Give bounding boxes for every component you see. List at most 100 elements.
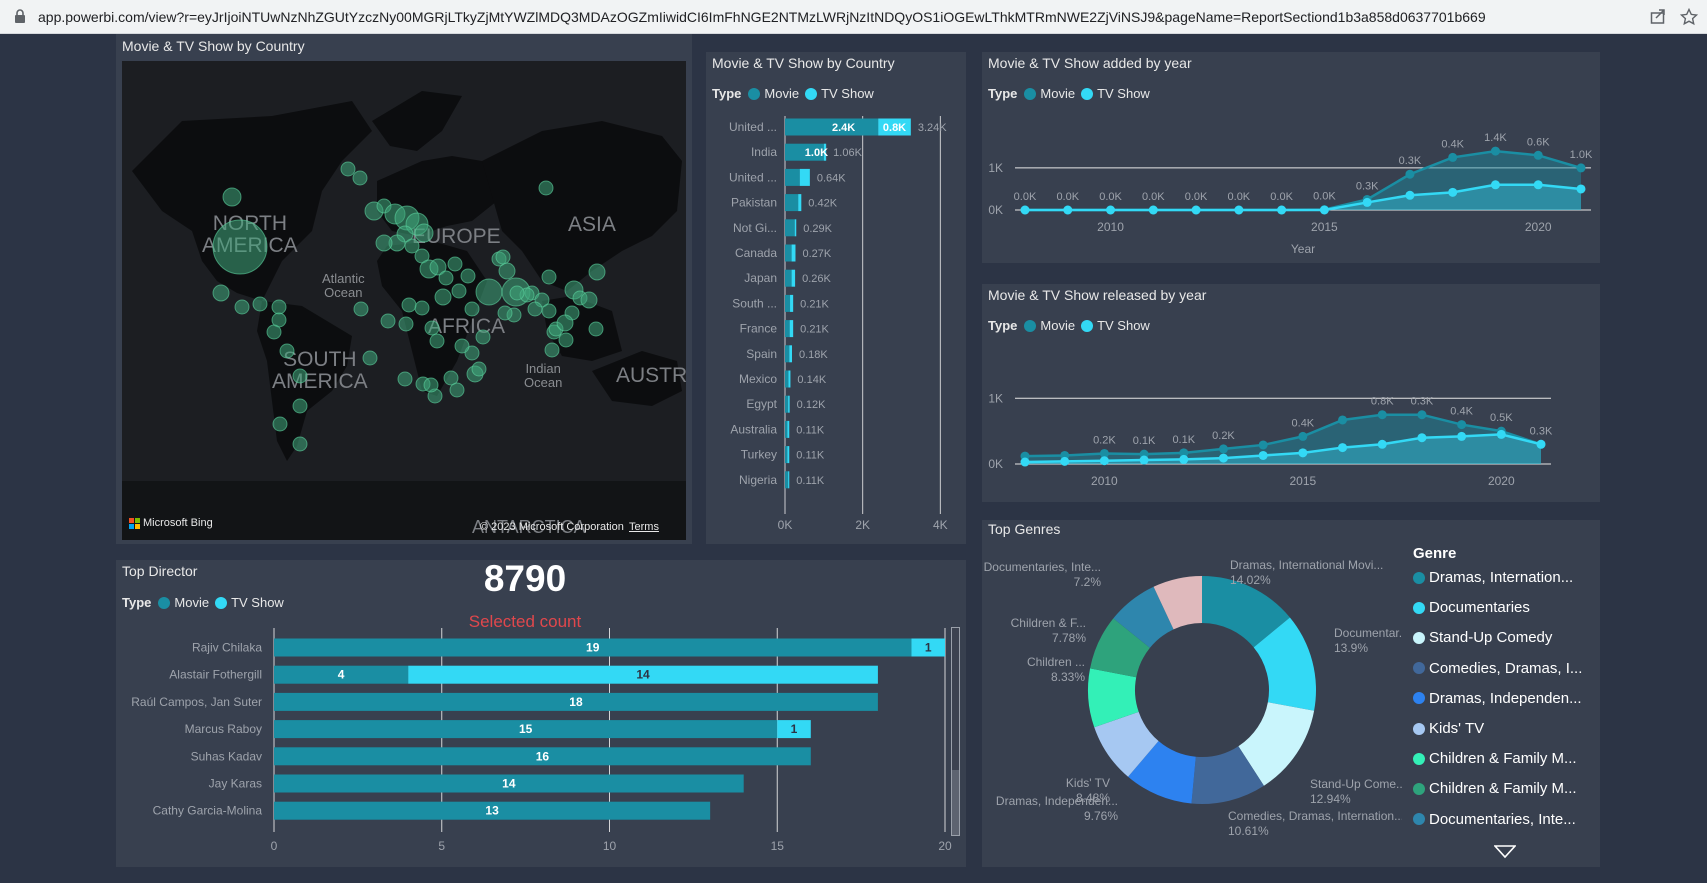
- added-chart-legend: Type Movie TV Show: [988, 86, 1156, 101]
- share-icon[interactable]: [1650, 9, 1666, 25]
- movie-point: [1377, 410, 1387, 420]
- x-tick-label: 2020: [1525, 220, 1552, 234]
- added-by-year-chart[interactable]: 1K 0K 2010 2015 2020 Year 0.0K 0.0K 0.0K 0.0K 0.0K…: [982, 103, 1600, 263]
- country-bubble: [527, 301, 543, 317]
- tvshow-bar: [790, 294, 794, 312]
- tvshow-point: [1258, 450, 1268, 460]
- movie-bar: [785, 194, 799, 212]
- legend-tvshow[interactable]: TV Show: [821, 86, 874, 101]
- legend-movie[interactable]: Movie: [1040, 86, 1075, 101]
- y-category-label: Australia: [730, 422, 777, 436]
- legend-movie[interactable]: Movie: [174, 595, 209, 610]
- movie-bar: [785, 395, 789, 413]
- country-bubble: [414, 300, 430, 316]
- genre-legend-item[interactable]: Dramas, Independen...: [1413, 690, 1582, 707]
- genre-legend-item[interactable]: Dramas, Internation...: [1413, 569, 1573, 586]
- x-tick-label: 0: [271, 839, 278, 853]
- bookmark-star-icon[interactable]: [1680, 8, 1698, 26]
- legend-title: Type: [988, 86, 1018, 101]
- map-terms-link[interactable]: Terms: [629, 521, 659, 533]
- tvshow-point: [1277, 205, 1287, 215]
- country-bubble: [464, 301, 480, 317]
- bing-label: Microsoft Bing: [143, 517, 213, 529]
- genre-legend-item[interactable]: Stand-Up Comedy: [1413, 629, 1552, 646]
- movie-bar-label: 18: [569, 695, 583, 709]
- url-text[interactable]: app.powerbi.com/view?r=eyJrIjoiNTUwNzNhZ…: [38, 9, 1486, 25]
- total-label: 0.27K: [802, 248, 831, 260]
- movie-point: [1417, 410, 1427, 420]
- movie-bar: [785, 370, 789, 388]
- selected-count-value: 8790: [483, 558, 567, 599]
- movie-point: [1218, 444, 1228, 454]
- slice-percent: 14.02%: [1230, 573, 1271, 587]
- genre-legend-item[interactable]: Children & Family M...: [1413, 780, 1577, 797]
- genre-legend-dot: [1413, 722, 1425, 735]
- x-tick-label: 5: [438, 839, 445, 853]
- country-bubble: [544, 342, 560, 358]
- movie-point: [1405, 169, 1415, 179]
- tvshow-bar: [787, 446, 790, 464]
- map-title: Movie & TV Show by Country: [122, 38, 305, 54]
- y-category-label: South ...: [732, 296, 777, 310]
- y-category-label: Turkey: [741, 448, 777, 462]
- movie-point: [1457, 420, 1467, 430]
- browser-address-bar[interactable]: app.powerbi.com/view?r=eyJrIjoiNTUwNzNhZ…: [0, 0, 1707, 34]
- legend-movie[interactable]: Movie: [764, 86, 799, 101]
- y-category-label: India: [751, 145, 777, 159]
- tvshow-bar-label: 14: [636, 668, 650, 682]
- tvshow-point: [1020, 457, 1030, 467]
- director-bar-chart[interactable]: 0 5 10 15 20 Rajiv Chilaka 19 1 Alastair Fotherg…: [116, 622, 966, 862]
- slice-percent: 9.76%: [1084, 809, 1118, 823]
- movie-bar-label: 13: [485, 804, 499, 818]
- slice-label: Dramas, International Movi...: [1230, 558, 1383, 572]
- genre-legend-item[interactable]: Children & Family M...: [1413, 750, 1577, 767]
- movie-point: [1448, 152, 1458, 162]
- data-label: 0.1K: [1133, 435, 1156, 447]
- legend-tvshow[interactable]: TV Show: [231, 595, 284, 610]
- y-category-label: Not Gi...: [733, 221, 777, 235]
- country-bubble: [449, 382, 465, 398]
- movie-point: [1533, 150, 1543, 160]
- legend-movie[interactable]: Movie: [1040, 318, 1075, 333]
- country-bubble: [266, 324, 282, 340]
- genre-legend-label: Children & Family M...: [1429, 750, 1577, 768]
- country-bubble: [451, 283, 467, 299]
- x-tick-label: 4K: [933, 518, 948, 532]
- legend-scroll-down-icon[interactable]: [1494, 845, 1516, 859]
- country-bubble: [352, 170, 368, 186]
- genre-legend-item[interactable]: Kids' TV: [1413, 720, 1484, 737]
- director-chart-title: Top Director: [122, 563, 198, 579]
- director-scrollbar-thumb[interactable]: [952, 628, 959, 770]
- country-bubble: [398, 316, 414, 332]
- added-chart-title: Movie & TV Show added by year: [988, 55, 1192, 71]
- country-bubble: [541, 269, 557, 285]
- tvshow-bar: [787, 420, 790, 438]
- genres-donut-chart[interactable]: Dramas, International Movi...14.02% Docum…: [982, 540, 1402, 860]
- genre-legend-item[interactable]: Documentaries: [1413, 599, 1530, 616]
- released-by-year-chart[interactable]: 1K 0K 2010 2015 2020 0.2K 0.1K 0.1K 0.2K 0.4K 0.8K…: [982, 332, 1600, 502]
- data-label: 0.4K: [1450, 406, 1473, 418]
- country-bar-chart[interactable]: 0K 2K 4K United ... 2.4K 0.8K 3.24K India 1.0K 1.…: [706, 104, 966, 544]
- country-bubble: [222, 187, 242, 207]
- map-bubbles[interactable]: [122, 61, 686, 540]
- slice-label: Kids' TV: [1066, 776, 1110, 790]
- country-bubble: [252, 296, 268, 312]
- microsoft-logo-icon: [129, 517, 140, 529]
- x-tick-label: 0K: [778, 518, 793, 532]
- slice-label: Children & F...: [1011, 616, 1086, 630]
- genre-legend-item[interactable]: Comedies, Dramas, I...: [1413, 660, 1582, 677]
- tvshow-bar: [794, 219, 797, 237]
- x-tick-label: 20: [938, 839, 952, 853]
- world-map[interactable]: NORTH AMERICA SOUTH AMERICA EUROPE AFRIC…: [122, 61, 686, 540]
- total-label: 0.11K: [796, 475, 825, 487]
- genre-legend-label: Documentaries, Inte...: [1429, 810, 1576, 828]
- legend-tvshow[interactable]: TV Show: [1097, 86, 1150, 101]
- y-category-label: Marcus Raboy: [185, 722, 262, 736]
- x-tick-label: 2015: [1311, 220, 1338, 234]
- genre-legend-item[interactable]: Documentaries, Inte...: [1413, 811, 1576, 828]
- tvshow-point: [1319, 205, 1329, 215]
- movie-legend-dot: [1024, 319, 1037, 332]
- country-bubble: [212, 219, 268, 275]
- legend-title: Type: [122, 595, 152, 610]
- legend-tvshow[interactable]: TV Show: [1097, 318, 1150, 333]
